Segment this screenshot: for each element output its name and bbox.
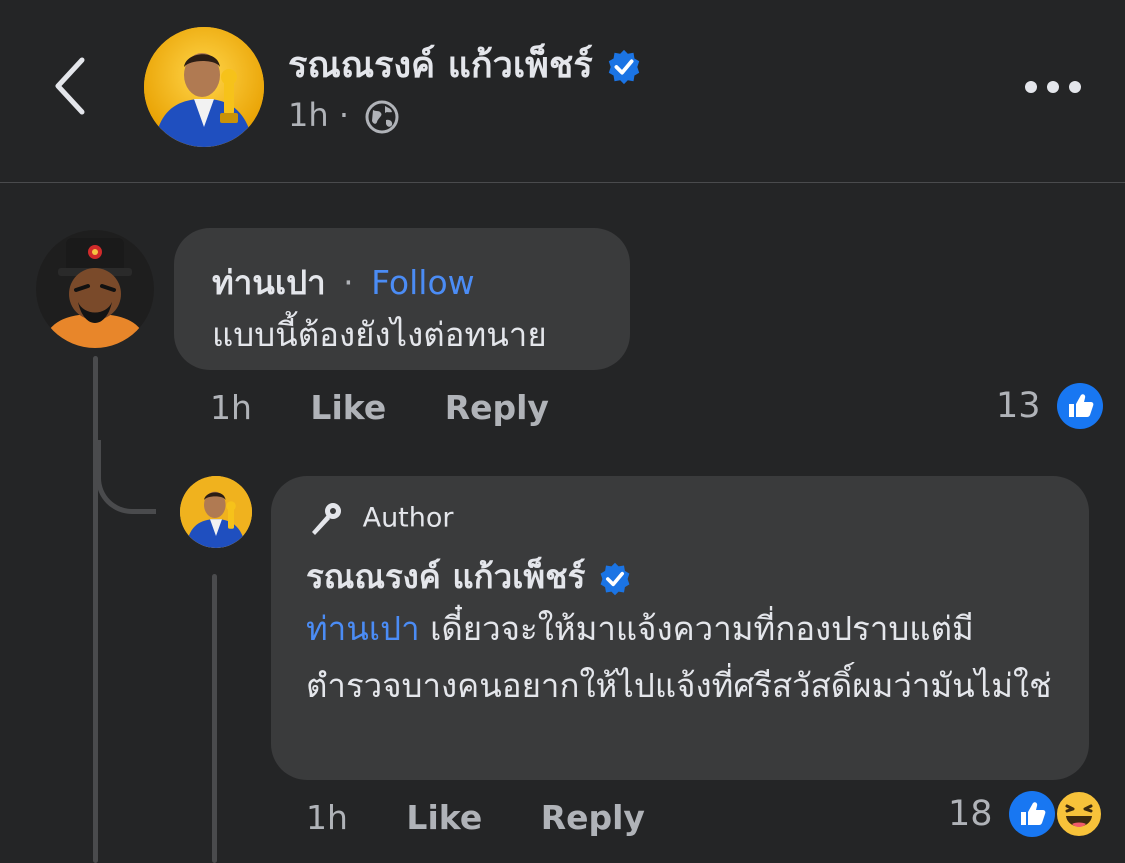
back-button[interactable] — [48, 56, 94, 116]
post-meta: 1h · — [288, 96, 399, 134]
reply-button[interactable]: Reply — [445, 388, 549, 427]
comment-thread-screen: รณณรงค์ แก้วเพ็ชร์ 1h · ท่านเปา · Follow… — [0, 0, 1125, 863]
reply-like-button[interactable]: Like — [406, 798, 482, 837]
comment-text: แบบนี้ต้องยังไงต่อทนาย — [212, 315, 547, 354]
reply-author-photo — [180, 476, 252, 548]
comment-actions: 1h Like Reply — [210, 388, 597, 427]
like-button[interactable]: Like — [310, 388, 386, 427]
header-separator: · — [343, 263, 354, 302]
author-name[interactable]: รณณรงค์ แก้วเพ็ชร์ — [288, 36, 643, 93]
like-icon — [1056, 383, 1103, 429]
author-badge-label: Author — [362, 502, 454, 534]
thread-line — [93, 356, 98, 863]
author-badge: Author — [306, 500, 454, 538]
reply-author-name: รณณรงค์ แก้วเพ็ชร์ — [306, 557, 586, 596]
author-name-text: รณณรงค์ แก้วเพ็ชร์ — [288, 45, 593, 86]
reply-author[interactable]: รณณรงค์ แก้วเพ็ชร์ — [306, 550, 633, 603]
thread-connector — [96, 440, 156, 514]
reply-actions: 1h Like Reply — [306, 798, 693, 837]
reply-reply-button[interactable]: Reply — [541, 798, 645, 837]
post-header: รณณรงค์ แก้วเพ็ชร์ 1h · — [0, 0, 1125, 182]
microphone-icon — [312, 503, 341, 535]
reply-thread-line — [212, 574, 217, 863]
header-divider — [0, 182, 1125, 183]
meta-separator: · — [338, 96, 349, 134]
commenter-photo — [36, 230, 154, 348]
reply-reaction-count: 18 — [948, 794, 993, 834]
reaction-count: 13 — [996, 386, 1041, 426]
verified-badge-icon — [609, 49, 640, 85]
globe-icon — [365, 100, 399, 134]
haha-icon — [1054, 790, 1103, 838]
chevron-left-icon — [55, 57, 85, 115]
author-photo — [144, 27, 264, 147]
author-avatar[interactable] — [144, 27, 264, 147]
reply-text: ท่านเปา เดี๋ยวจะให้มาแจ้งความที่กองปราบแ… — [306, 600, 1066, 714]
comment-header: ท่านเปา · Follow — [212, 256, 475, 309]
comment-time: 1h — [210, 388, 252, 427]
reply-time: 1h — [306, 798, 348, 837]
verified-badge-icon — [600, 562, 630, 595]
post-time: 1h — [288, 96, 329, 134]
mention-link[interactable]: ท่านเปา — [306, 609, 420, 648]
commenter-name[interactable]: ท่านเปา — [212, 263, 326, 302]
more-options-button[interactable] — [1022, 70, 1084, 104]
follow-button[interactable]: Follow — [371, 263, 475, 302]
commenter-avatar[interactable] — [36, 230, 154, 348]
reply-reactions[interactable]: 18 — [948, 790, 1103, 838]
like-icon — [1008, 791, 1055, 837]
comment-reactions[interactable]: 13 — [996, 382, 1104, 429]
reply-author-avatar[interactable] — [180, 476, 252, 548]
more-horizontal-icon — [1025, 81, 1081, 93]
